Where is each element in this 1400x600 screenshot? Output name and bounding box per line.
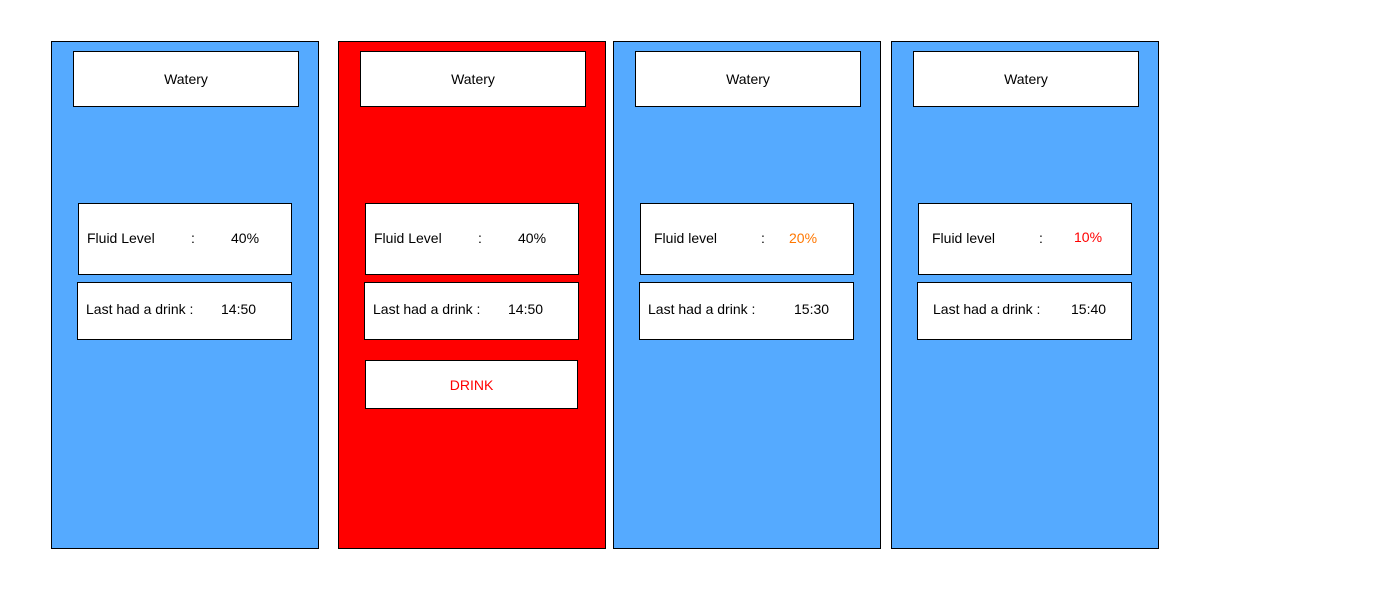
app-title: Watery <box>164 71 208 87</box>
app-title-box: Watery <box>913 51 1139 107</box>
fluid-level-value: 10% <box>1074 229 1103 245</box>
fluid-level-value: 20% <box>789 230 818 246</box>
fluid-level-separator: : <box>761 230 765 246</box>
last-drink-time: 15:30 <box>794 301 830 317</box>
last-drink-panel: Last had a drink : 15:40 <box>917 282 1132 340</box>
last-drink-time: 14:50 <box>221 301 257 317</box>
last-drink-panel: Last had a drink : 14:50 <box>77 282 292 340</box>
fluid-level-label: Fluid level <box>932 230 996 246</box>
fluid-level-separator: : <box>478 230 482 246</box>
fluid-level-value: 40% <box>231 230 260 246</box>
fluid-level-value: 40% <box>518 230 547 246</box>
app-screen-warning: Watery Fluid level : 20% Last had a drin… <box>613 41 881 549</box>
app-title: Watery <box>451 71 495 87</box>
fluid-level-separator: : <box>1039 230 1043 246</box>
fluid-level-label: Fluid Level <box>87 230 155 246</box>
fluid-level-panel: Fluid Level : 40% <box>365 203 579 275</box>
app-title: Watery <box>1004 71 1048 87</box>
fluid-level-separator: : <box>191 230 195 246</box>
app-title-box: Watery <box>73 51 299 107</box>
app-title: Watery <box>726 71 770 87</box>
fluid-level-panel: Fluid Level : 40% <box>78 203 292 275</box>
drink-button[interactable]: DRINK <box>365 360 578 409</box>
app-title-box: Watery <box>360 51 586 107</box>
mockup-canvas: Watery Fluid Level : 40% Last had a drin… <box>0 0 1400 600</box>
fluid-level-panel: Fluid level : 10% <box>918 203 1132 275</box>
app-screen-normal: Watery Fluid Level : 40% Last had a drin… <box>51 41 319 549</box>
fluid-level-label: Fluid level <box>654 230 718 246</box>
fluid-level-panel: Fluid level : 20% <box>640 203 854 275</box>
fluid-level-label: Fluid Level <box>374 230 442 246</box>
last-drink-panel: Last had a drink : 14:50 <box>364 282 579 340</box>
app-screen-critical: Watery Fluid level : 10% Last had a drin… <box>891 41 1159 549</box>
app-title-box: Watery <box>635 51 861 107</box>
last-drink-label: Last had a drink : <box>373 301 481 317</box>
last-drink-label: Last had a drink : <box>648 301 756 317</box>
app-screen-alert: Watery Fluid Level : 40% Last had a drin… <box>338 41 606 549</box>
last-drink-time: 14:50 <box>508 301 544 317</box>
last-drink-label: Last had a drink : <box>933 301 1041 317</box>
last-drink-panel: Last had a drink : 15:30 <box>639 282 854 340</box>
last-drink-label: Last had a drink : <box>86 301 194 317</box>
drink-button-label: DRINK <box>449 376 494 393</box>
last-drink-time: 15:40 <box>1071 301 1107 317</box>
